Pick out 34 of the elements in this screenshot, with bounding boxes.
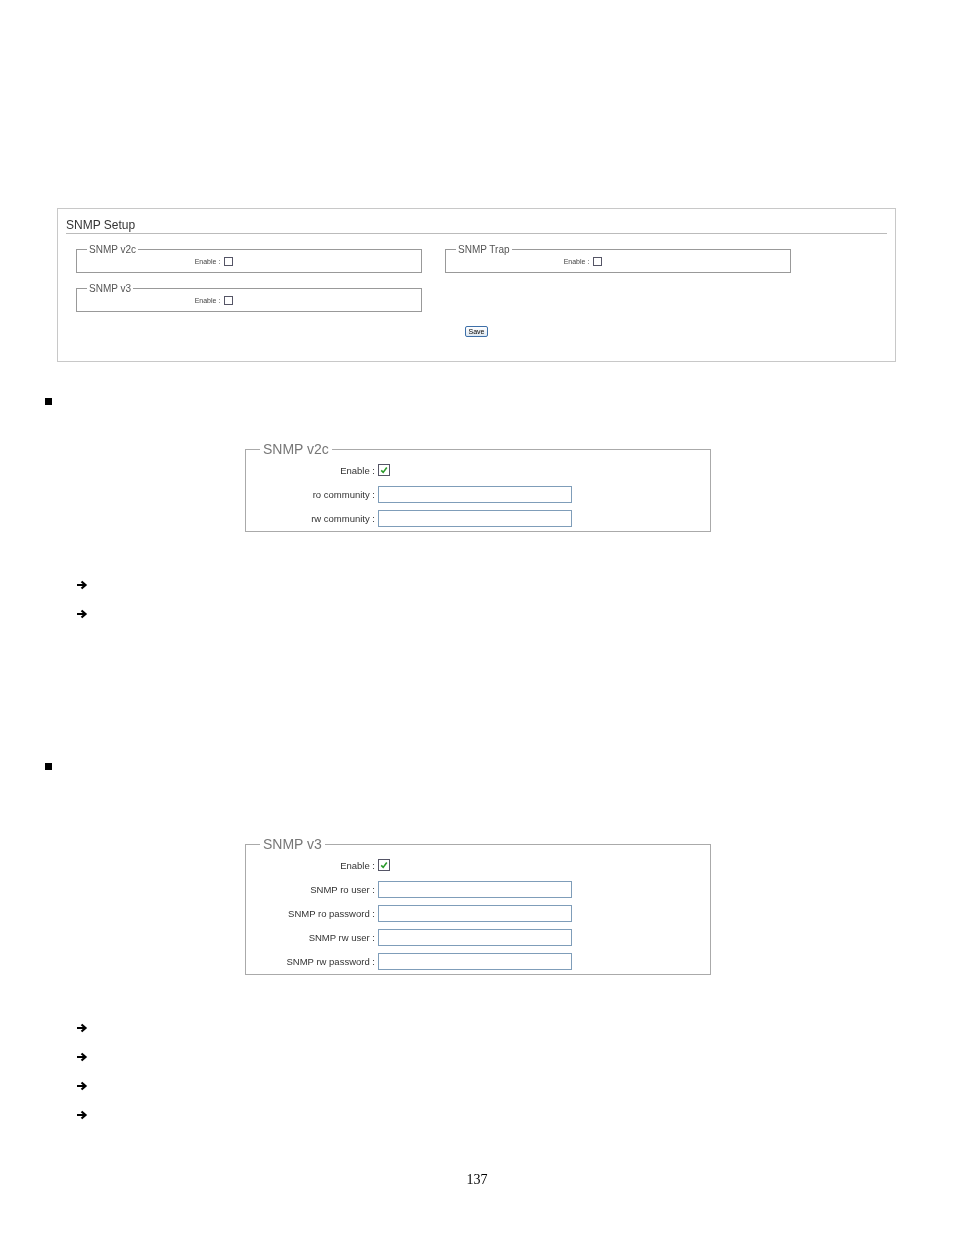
bullet-square-icon [45,398,52,405]
field-label: SNMP ro password : [287,907,376,919]
bullet-square-icon [45,763,52,770]
checkbox[interactable] [224,295,234,305]
field-label: SNMP rw user : [307,931,376,943]
group-title: SNMP v2c [262,441,330,457]
arrow-icon [76,1052,88,1062]
field-label: SNMP ro user : [309,883,376,895]
arrow-icon [76,580,88,590]
arrow-icon [76,1023,88,1033]
group-title: SNMP v2c [88,244,138,255]
checkbox[interactable] [224,256,234,266]
field-label: rw community : [310,512,376,524]
input-field[interactable] [378,485,572,503]
group-title: SNMP Trap [457,244,511,255]
field-label: Enable : [339,859,376,871]
page-number: 137 [466,1172,488,1187]
input-field[interactable] [378,509,572,527]
checkbox[interactable] [378,859,390,871]
input-field[interactable] [378,880,572,898]
input-field[interactable] [378,928,572,946]
field-label: ro community : [311,488,376,500]
group-title: SNMP v3 [88,283,133,294]
field-label: SNMP rw password : [285,955,376,967]
group-title: SNMP v3 [262,836,323,852]
arrow-icon [76,1081,88,1091]
field-label: Enable : [339,464,376,476]
checkbox[interactable] [378,464,390,476]
input-field[interactable] [378,904,572,922]
input-field[interactable] [378,952,572,970]
panel-title: SNMP Setup [66,218,887,234]
checkbox[interactable] [593,256,603,266]
arrow-icon [76,1110,88,1120]
arrow-icon [76,609,88,619]
